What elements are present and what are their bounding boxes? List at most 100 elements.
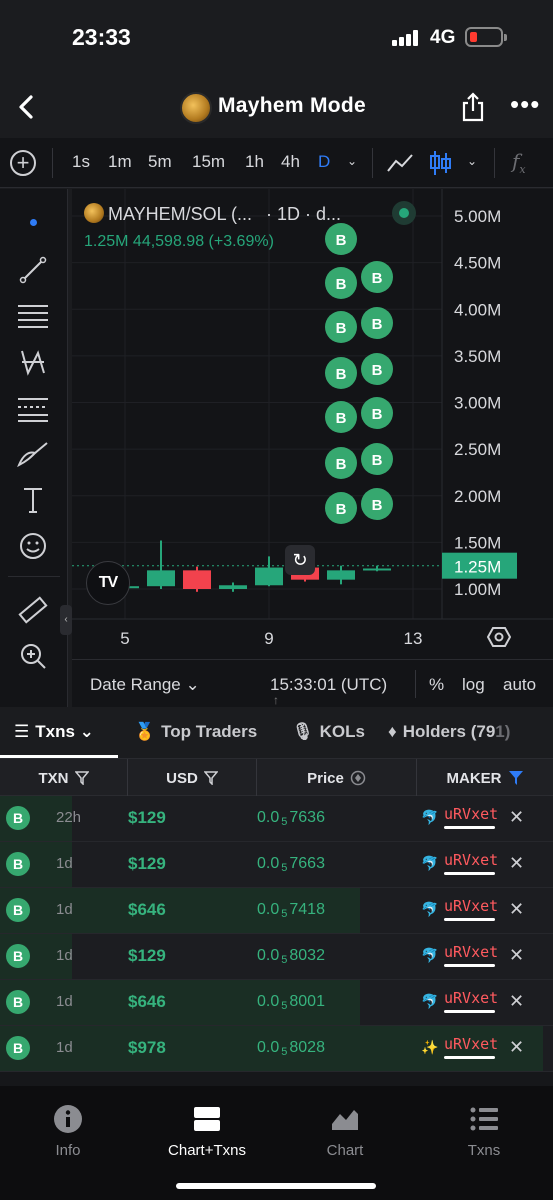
maker-underline [444, 1010, 495, 1013]
row-maker[interactable]: uRVxet [444, 989, 498, 1007]
filter-icon[interactable] [74, 771, 89, 785]
row-maker[interactable]: uRVxet [444, 1035, 498, 1053]
filter-active-icon[interactable] [508, 770, 524, 786]
txn-table: B 22h $129 0.0 5 7636 🐬 uRVxet ✕ B 1d $129… [0, 796, 553, 1086]
trendline-icon[interactable] [16, 253, 50, 287]
percent-toggle[interactable]: % [429, 675, 444, 695]
column-maker[interactable]: MAKER [417, 759, 553, 797]
close-icon[interactable]: ✕ [509, 899, 524, 920]
split-view-icon [157, 1104, 257, 1134]
column-usd[interactable]: USD [128, 759, 257, 797]
timeframe-1s[interactable]: 1s [72, 152, 90, 172]
pattern-icon[interactable] [16, 345, 50, 379]
close-icon[interactable]: ✕ [509, 853, 524, 874]
token-logo [84, 203, 104, 223]
reset-chart-icon[interactable]: ↻ [285, 545, 315, 575]
date-range-button[interactable]: Date Range ⌄ [90, 675, 200, 695]
row-maker[interactable]: uRVxet [444, 805, 498, 823]
row-maker[interactable]: uRVxet [444, 851, 498, 869]
table-row[interactable]: B 1d $129 0.0 5 8032 🐬 uRVxet ✕ [0, 934, 553, 980]
buy-badge: B [6, 898, 30, 922]
timeframe-15m[interactable]: 15m [192, 152, 225, 172]
chart-type-dropdown-icon[interactable]: ⌄ [467, 154, 477, 168]
nav-txns[interactable]: Txns [434, 1104, 534, 1159]
close-icon[interactable]: ✕ [509, 945, 524, 966]
table-row[interactable]: B 1d $129 0.0 5 7663 🐬 uRVxet ✕ [0, 842, 553, 888]
buy-marker-label: B [372, 406, 383, 423]
nav-chart-txns[interactable]: Chart+Txns [157, 1104, 257, 1159]
price-toggle-icon[interactable] [350, 770, 366, 786]
auto-toggle[interactable]: auto [503, 675, 536, 695]
filter-icon[interactable] [203, 771, 218, 785]
timeframe-1h[interactable]: 1h [245, 152, 264, 172]
line-chart-icon[interactable] [386, 152, 414, 179]
candlestick-icon[interactable] [428, 150, 452, 181]
timeframe-4h[interactable]: 4h [281, 152, 300, 172]
cursor-dot-icon[interactable] [30, 219, 37, 226]
buy-badge: B [6, 1036, 30, 1060]
battery-icon [465, 27, 507, 47]
row-maker[interactable]: uRVxet [444, 943, 498, 961]
home-indicator [176, 1183, 376, 1189]
forecast-icon[interactable] [16, 391, 50, 425]
close-icon[interactable]: ✕ [509, 807, 524, 828]
fib-levels-icon[interactable] [16, 299, 50, 333]
buy-marker-label: B [336, 456, 347, 473]
tab-holders[interactable]: ♦ Holders (791) [388, 722, 510, 742]
column-txn[interactable]: TXN [0, 759, 128, 797]
brush-icon[interactable] [16, 437, 50, 471]
emoji-icon[interactable] [16, 529, 50, 563]
price-chart[interactable]: 5.00M 4.50M 4.00M 3.50M 3.00M 2.50M 2.00M 1.50M… [72, 189, 553, 659]
fx-icon[interactable]: fx [512, 149, 526, 176]
divider [494, 148, 495, 178]
y-tick-label: 1.00M [454, 580, 501, 599]
chart-canvas[interactable]: 5.00M 4.50M 4.00M 3.50M 3.00M 2.50M 2.00M 1.50M… [72, 189, 553, 659]
timeframe-d[interactable]: D [318, 152, 330, 172]
timeframe-1m[interactable]: 1m [108, 152, 132, 172]
tab-top-traders[interactable]: 🏅 Top Traders [134, 722, 257, 742]
add-indicator-icon[interactable]: + [10, 150, 36, 176]
row-price: 0.0 5 7636 [257, 809, 325, 828]
table-row[interactable]: B 1d $978 0.0 5 8028 ✨ uRVxet ✕ [0, 1026, 553, 1072]
chart-settings-icon[interactable] [487, 625, 511, 649]
table-row[interactable]: B 1d $646 0.0 5 7418 🐬 uRVxet ✕ [0, 888, 553, 934]
row-maker[interactable]: uRVxet [444, 897, 498, 915]
table-row[interactable]: B 22h $129 0.0 5 7636 🐬 uRVxet ✕ [0, 796, 553, 842]
status-bar: 23:33 4G [0, 0, 553, 80]
more-icon[interactable]: ••• [510, 91, 540, 117]
timeframe-5m[interactable]: 5m [148, 152, 172, 172]
nav-info[interactable]: Info [18, 1104, 118, 1159]
table-row[interactable]: B 1d $646 0.0 5 8001 🐬 uRVxet ✕ [0, 980, 553, 1026]
medal-icon: 🏅 [134, 722, 156, 741]
text-tool-icon[interactable] [16, 483, 50, 517]
candle-body [219, 585, 247, 589]
ruler-icon[interactable] [16, 593, 50, 627]
table-header: TXN USD Price MAKER [0, 758, 553, 797]
timeframe-dropdown-icon[interactable]: ⌄ [347, 154, 357, 168]
column-price[interactable]: Price [257, 759, 417, 797]
zoom-in-icon[interactable] [16, 639, 50, 673]
back-icon[interactable] [14, 92, 40, 122]
row-age: 1d [56, 993, 73, 1010]
tradingview-logo[interactable]: TV [86, 561, 130, 605]
sparkle-dolphin-icon: ✨ [421, 1039, 439, 1055]
tab-txns[interactable]: ☰ Txns ⌄ [14, 722, 94, 742]
collapse-toolbar-icon[interactable]: ‹ [60, 605, 72, 635]
tab-kols[interactable]: 🎙 KOLs [292, 722, 365, 742]
token-logo [180, 92, 212, 124]
y-tick-label: 4.00M [454, 300, 501, 319]
utc-clock[interactable]: 15:33:01 (UTC) [270, 675, 387, 695]
divider [372, 148, 373, 178]
close-icon[interactable]: ✕ [509, 991, 524, 1012]
dolphin-icon: 🐬 [421, 947, 439, 963]
dolphin-icon: 🐬 [421, 993, 439, 1009]
close-icon[interactable]: ✕ [509, 1037, 524, 1058]
nav-chart[interactable]: Chart [295, 1104, 395, 1159]
buy-marker-label: B [372, 452, 383, 469]
log-toggle[interactable]: log [462, 675, 485, 695]
status-time: 23:33 [72, 24, 131, 50]
divider [415, 670, 416, 698]
share-icon[interactable] [461, 92, 485, 122]
buy-badge: B [6, 944, 30, 968]
y-tick-label: 1.50M [454, 533, 501, 552]
